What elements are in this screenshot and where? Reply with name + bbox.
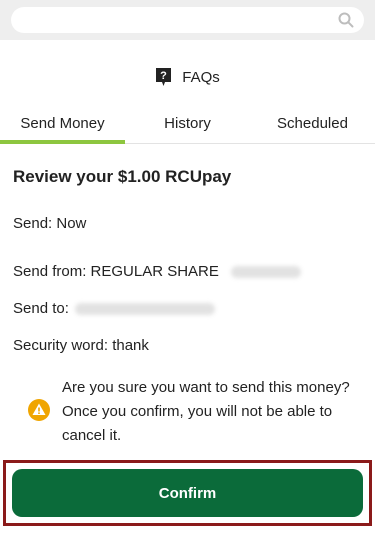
send-from-text: Send from: REGULAR SHARE bbox=[13, 263, 219, 280]
redacted-recipient bbox=[74, 302, 215, 315]
search-icon[interactable] bbox=[338, 12, 354, 28]
warning-icon bbox=[28, 399, 50, 421]
send-when-text: Send: Now bbox=[13, 215, 87, 232]
question-icon: ? bbox=[156, 68, 172, 86]
top-bar bbox=[0, 0, 375, 40]
search-input[interactable] bbox=[11, 7, 364, 33]
faq-link[interactable]: ? FAQs bbox=[0, 66, 375, 88]
svg-text:?: ? bbox=[160, 70, 167, 82]
review-title: Review your $1.00 RCUpay bbox=[13, 167, 232, 186]
send-to-row: Send to: bbox=[13, 300, 215, 317]
redacted-account-number bbox=[230, 265, 301, 278]
warning-message: Are you sure you want to send this money… bbox=[28, 376, 363, 448]
tab-bar: Send Money History Scheduled bbox=[0, 110, 375, 144]
send-from-row: Send from: REGULAR SHARE bbox=[13, 263, 301, 280]
tab-history[interactable]: History bbox=[125, 110, 250, 143]
send-to-text: Send to: bbox=[13, 300, 69, 317]
tab-scheduled[interactable]: Scheduled bbox=[250, 110, 375, 143]
warning-text: Are you sure you want to send this money… bbox=[62, 379, 350, 444]
confirm-button[interactable]: Confirm bbox=[12, 469, 363, 517]
send-when-row: Send: Now bbox=[13, 215, 86, 232]
security-word-row: Security word: thank bbox=[13, 337, 149, 354]
faq-label: FAQs bbox=[182, 68, 220, 86]
security-word-text: Security word: thank bbox=[13, 337, 149, 354]
tab-send-money[interactable]: Send Money bbox=[0, 110, 125, 144]
